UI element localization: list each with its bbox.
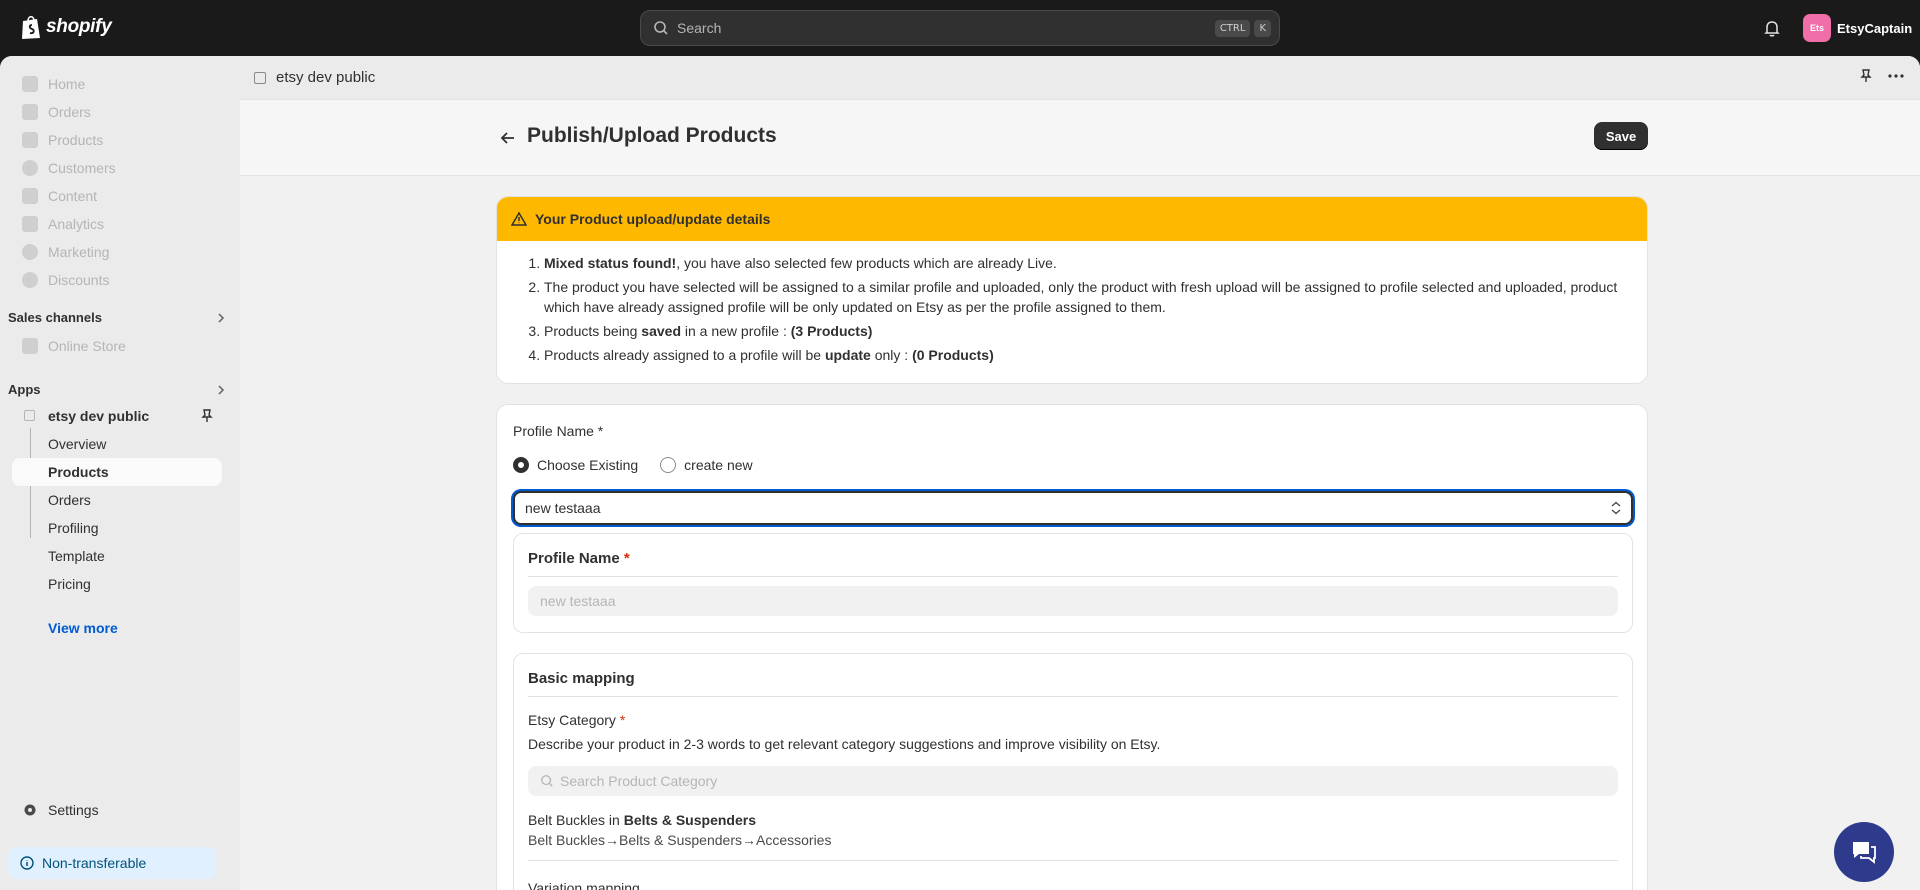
profile-select[interactable]: new testaaa: [513, 491, 1633, 525]
divider: [528, 576, 1618, 577]
chevron-right-icon: [218, 312, 225, 323]
etsy-category-label: Etsy Category *: [528, 712, 626, 728]
chevron-right-icon: [218, 384, 225, 395]
app-header-title: etsy dev public: [276, 69, 376, 86]
more-actions-icon[interactable]: [1886, 68, 1906, 84]
sidebar-item-analytics[interactable]: Analytics: [12, 210, 222, 238]
basic-mapping-section: Basic mapping Etsy Category * Describe y…: [513, 653, 1633, 890]
user-menu[interactable]: Ets EtsyCaptain: [1803, 14, 1912, 42]
shopify-logo[interactable]: shopify: [20, 14, 112, 40]
chat-icon: [1853, 842, 1876, 864]
app-header: etsy dev public: [240, 56, 1920, 100]
list-item: Products being saved in a new profile : …: [544, 321, 1627, 341]
orders-icon: [22, 104, 38, 120]
shopify-bag-icon: [22, 15, 40, 39]
basic-mapping-title: Basic mapping: [528, 670, 635, 687]
admin-shell: Home Orders Products Customers Content A…: [0, 56, 1920, 890]
logo-text: shopify: [46, 16, 112, 37]
variation-mapping-label: Variation mapping: [528, 880, 640, 890]
discount-icon: [22, 272, 38, 288]
warning-icon: [511, 211, 527, 226]
info-icon: [20, 856, 34, 870]
search-placeholder: Search: [677, 20, 722, 36]
chat-button[interactable]: [1834, 822, 1894, 882]
radio-create-new[interactable]: create new: [660, 457, 753, 473]
upload-details-banner: Your Product upload/update details Mixed…: [496, 196, 1648, 384]
sidebar-item-marketing[interactable]: Marketing: [12, 238, 222, 266]
sidebar-app-orders[interactable]: Orders: [12, 486, 222, 514]
list-item: Products already assigned to a profile w…: [544, 345, 1627, 365]
home-icon: [22, 76, 38, 92]
save-button[interactable]: Save: [1594, 122, 1648, 150]
sidebar-app-template[interactable]: Template: [12, 542, 222, 570]
list-item: The product you have selected will be as…: [544, 277, 1627, 317]
sidebar-app-etsy[interactable]: etsy dev public: [12, 402, 222, 430]
sidebar-app-products[interactable]: Products: [12, 458, 222, 486]
store-icon: [22, 338, 38, 354]
sidebar-app-profiling[interactable]: Profiling: [12, 514, 222, 542]
sidebar-item-content[interactable]: Content: [12, 182, 222, 210]
page-title: Publish/Upload Products: [527, 124, 777, 147]
sidebar-item-customers[interactable]: Customers: [12, 154, 222, 182]
tag-icon: [22, 132, 38, 148]
search-input[interactable]: Search CTRL K: [640, 10, 1280, 46]
bell-icon[interactable]: [1762, 18, 1782, 38]
radio-dot: [660, 457, 677, 473]
profile-name-label: Profile Name *: [513, 423, 604, 439]
shortcut-ctrl: CTRL: [1214, 19, 1251, 37]
profile-form-card: Profile Name * Choose Existing create ne…: [496, 404, 1648, 890]
chart-icon: [22, 216, 38, 232]
sidebar-item-products[interactable]: Products: [12, 126, 222, 154]
profile-name-section: Profile Name * new testaaa: [513, 533, 1633, 633]
profile-mode-radios: Choose Existing create new: [513, 457, 753, 473]
main-content: etsy dev public Publish/Upload Products …: [240, 56, 1920, 890]
view-more-link[interactable]: View more: [48, 620, 118, 636]
category-path: Belt Buckles→Belts & Suspenders→Accessor…: [528, 832, 832, 848]
sidebar-item-discounts[interactable]: Discounts: [12, 266, 222, 294]
top-bar: shopify Search CTRL K Ets EtsyCaptain: [0, 0, 1920, 56]
sidebar-item-home[interactable]: Home: [12, 70, 222, 98]
etsy-category-help: Describe your product in 2-3 words to ge…: [528, 736, 1161, 752]
search-icon: [654, 21, 668, 35]
divider: [528, 860, 1618, 861]
profile-section-title: Profile Name *: [528, 550, 630, 567]
person-icon: [22, 160, 38, 176]
sidebar-app-pricing[interactable]: Pricing: [12, 570, 222, 598]
sales-channels-header[interactable]: Sales channels: [8, 310, 228, 325]
page-header: Publish/Upload Products Save: [240, 100, 1920, 176]
app-icon: [254, 71, 266, 84]
arrow-left-icon[interactable]: [498, 128, 518, 148]
sidebar-item-orders[interactable]: Orders: [12, 98, 222, 126]
user-name: EtsyCaptain: [1837, 20, 1913, 36]
sidebar-app-overview[interactable]: Overview: [12, 430, 222, 458]
profile-name-field[interactable]: new testaaa: [528, 586, 1618, 616]
banner-header: Your Product upload/update details: [497, 197, 1647, 241]
list-item: Mixed status found!, you have also selec…: [544, 253, 1627, 273]
category-search-input[interactable]: Search Product Category: [528, 766, 1618, 796]
gear-icon: [24, 804, 36, 816]
banner-list: Mixed status found!, you have also selec…: [497, 241, 1647, 365]
page: Publish/Upload Products Save Your Produc…: [240, 100, 1920, 890]
settings-link[interactable]: Settings: [22, 802, 99, 818]
divider: [528, 696, 1618, 697]
avatar: Ets: [1803, 14, 1831, 42]
pin-icon[interactable]: [200, 408, 214, 424]
shortcut-k: K: [1254, 19, 1271, 37]
content-icon: [22, 188, 38, 204]
pin-icon[interactable]: [1858, 68, 1874, 84]
non-transferable-badge[interactable]: Non-transferable: [8, 847, 216, 879]
target-icon: [22, 244, 38, 260]
sidebar-item-online-store[interactable]: Online Store: [12, 332, 222, 360]
select-chevron-icon: [1611, 501, 1621, 515]
search-icon: [541, 775, 553, 787]
radio-choose-existing[interactable]: Choose Existing: [513, 457, 638, 473]
apps-header[interactable]: Apps: [8, 382, 228, 397]
sidebar: Home Orders Products Customers Content A…: [0, 56, 240, 890]
radio-dot: [513, 457, 529, 473]
category-suggestion[interactable]: Belt Buckles in Belts & Suspenders: [528, 812, 756, 828]
app-icon: [24, 410, 35, 421]
